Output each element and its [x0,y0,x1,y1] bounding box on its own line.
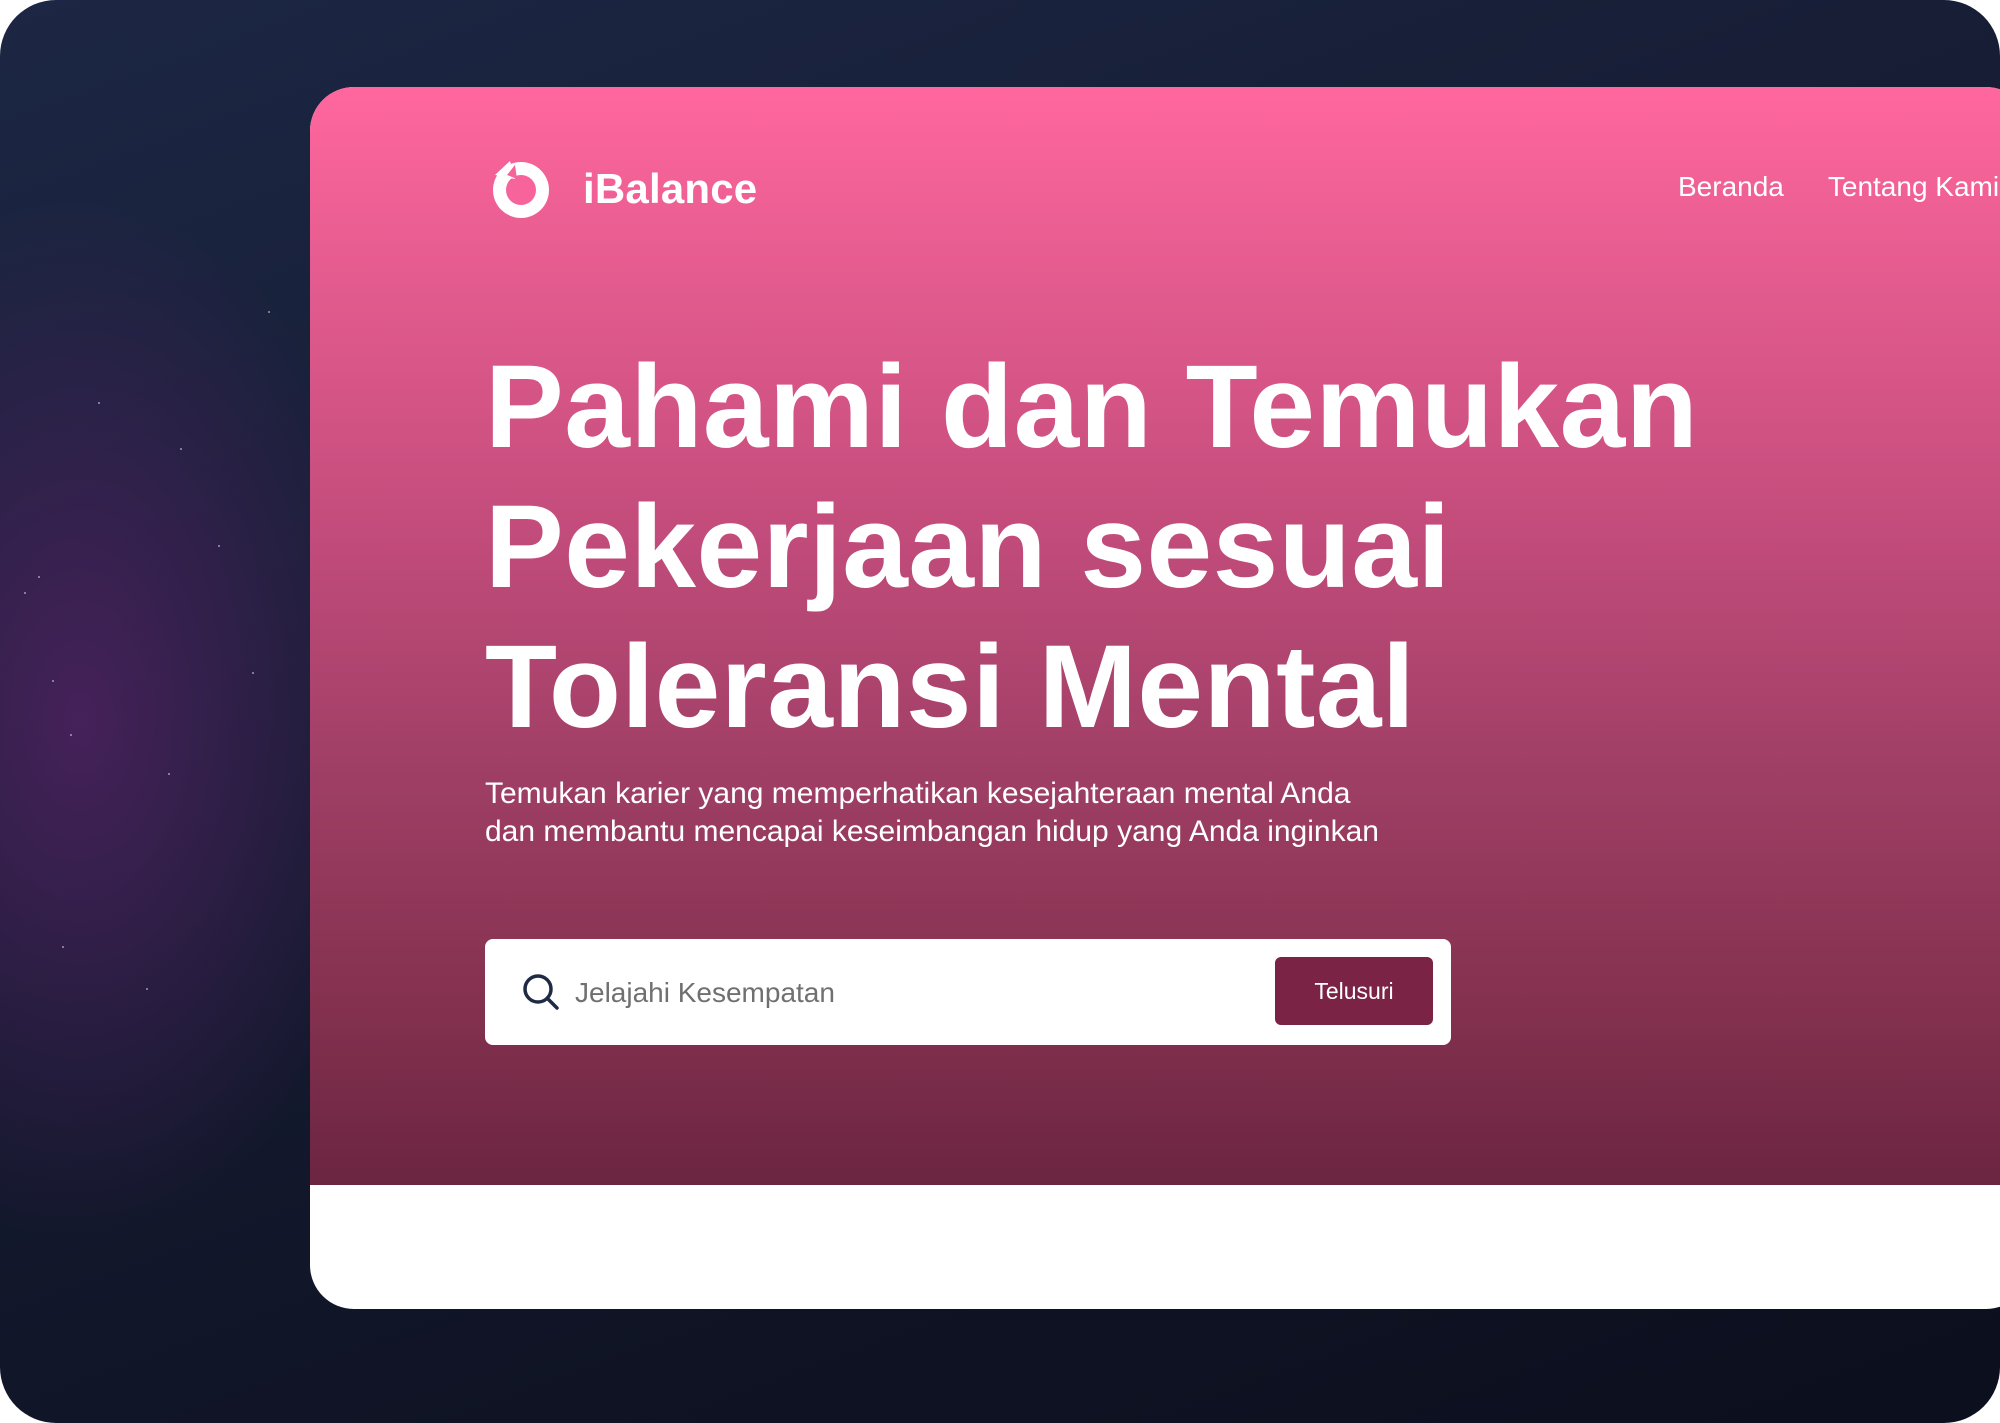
brand-logo[interactable]: iBalance [485,153,757,225]
search-button[interactable]: Telusuri [1275,957,1433,1025]
website-preview: iBalance Beranda Tentang Kami Pahami dan… [310,87,2000,1309]
hero-headline: Pahami dan Temukan Pekerjaan sesuai Tole… [485,337,1698,757]
search-input[interactable] [573,964,1257,1022]
ibalance-logo-icon [493,161,549,218]
subtitle-line: dan membantu mencapai keseimbangan hidup… [485,815,1379,848]
top-navigation: Beranda Tentang Kami [1678,171,1999,203]
star-dot [98,402,100,404]
star-dot [218,545,220,547]
star-dot [24,592,26,594]
star-dot [180,448,182,450]
search-icon [523,974,559,1010]
search-bar: Telusuri [485,939,1451,1045]
star-dot [146,988,148,990]
brand-name: iBalance [583,165,758,212]
headline-line: Toleransi Mental [485,621,1416,753]
nav-link-beranda[interactable]: Beranda [1678,171,1784,203]
star-dot [70,734,72,736]
headline-line: Pekerjaan sesuai [485,481,1451,613]
star-dot [62,946,64,948]
subtitle-line: Temukan karier yang memperhatikan keseja… [485,777,1351,810]
star-dot [52,680,54,682]
star-dot [168,773,170,775]
hero-section: iBalance Beranda Tentang Kami Pahami dan… [310,87,2000,1185]
headline-line: Pahami dan Temukan [485,341,1699,473]
hero-subtitle: Temukan karier yang memperhatikan keseja… [485,775,1445,851]
star-dot [268,311,270,313]
star-dot [38,576,40,578]
nav-link-tentang-kami[interactable]: Tentang Kami [1828,171,1999,203]
star-dot [252,672,254,674]
